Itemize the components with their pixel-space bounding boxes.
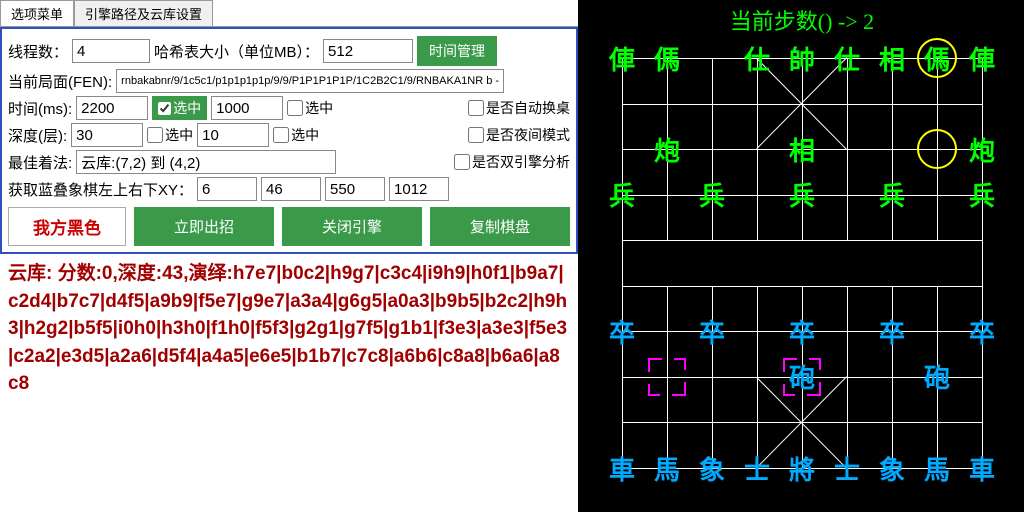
depth1-input[interactable] [71,123,143,147]
piece[interactable]: 炮 [645,127,689,171]
xy-label: 获取蓝叠象棋左上右下XY： [8,179,193,200]
piece[interactable]: 兵 [960,173,1004,217]
piece[interactable]: 馬 [915,446,959,490]
fen-input[interactable] [116,69,504,93]
time1-check[interactable]: 选中 [152,96,207,120]
move-marker [648,358,686,396]
piece[interactable]: 車 [600,446,644,490]
piece[interactable]: 士 [825,446,869,490]
piece[interactable]: 卒 [870,309,914,353]
stop-button[interactable]: 关闭引擎 [282,207,422,246]
time-manage-button[interactable]: 时间管理 [417,36,497,66]
piece[interactable]: 仕 [735,36,779,80]
best-label: 最佳着法: [8,152,72,173]
time-label: 时间(ms): [8,98,72,119]
piece[interactable]: 卒 [960,309,1004,353]
piece[interactable]: 象 [870,446,914,490]
engine-output: 云库: 分数:0,深度:43,演绎:h7e7|b0c2|h9g7|c3c4|i9… [8,260,570,398]
board-panel: 当前步数() -> 2 俥傌仕帥仕相傌俥炮相炮兵兵兵兵兵卒卒卒卒卒砲砲車馬象士將… [580,0,1024,512]
piece[interactable]: 卒 [690,309,734,353]
piece[interactable]: 傌 [645,36,689,80]
fen-label: 当前局面(FEN): [8,71,112,92]
hash-label: 哈希表大小（单位MB）： [154,41,319,62]
tab-options[interactable]: 选项菜单 [0,0,74,26]
piece[interactable]: 俥 [600,36,644,80]
best-move-input[interactable] [76,150,336,174]
piece[interactable]: 砲 [915,355,959,399]
side-button[interactable]: 我方黑色 [8,207,126,246]
piece[interactable]: 相 [870,36,914,80]
piece[interactable]: 兵 [780,173,824,217]
piece[interactable]: 仕 [825,36,869,80]
tabs: 选项菜单 引擎路径及云库设置 [0,0,578,27]
piece[interactable]: 士 [735,446,779,490]
threads-label: 线程数： [8,41,68,62]
time1-input[interactable] [76,96,148,120]
depth2-input[interactable] [197,123,269,147]
go-button[interactable]: 立即出招 [134,207,274,246]
time2-input[interactable] [211,96,283,120]
highlight-circle [917,38,957,78]
x2-input[interactable] [325,177,385,201]
depth2-check[interactable]: 选中 [273,125,319,145]
piece[interactable]: 炮 [960,127,1004,171]
piece[interactable]: 俥 [960,36,1004,80]
dual-check[interactable]: 是否双引擎分析 [454,152,570,172]
night-check[interactable]: 是否夜间模式 [468,125,570,145]
controls-panel: 线程数： 哈希表大小（单位MB）： 时间管理 当前局面(FEN): 时间(ms)… [0,27,578,254]
piece[interactable]: 帥 [780,36,824,80]
copy-button[interactable]: 复制棋盘 [430,207,570,246]
autoswap-check[interactable]: 是否自动换桌 [468,98,570,118]
piece[interactable]: 馬 [645,446,689,490]
y1-input[interactable] [261,177,321,201]
y2-input[interactable] [389,177,449,201]
x1-input[interactable] [197,177,257,201]
piece[interactable]: 兵 [690,173,734,217]
output-panel: 云库: 分数:0,深度:43,演绎:h7e7|b0c2|h9g7|c3c4|i9… [0,254,578,512]
tab-engine-path[interactable]: 引擎路径及云库设置 [74,0,213,26]
time2-check[interactable]: 选中 [287,98,333,118]
highlight-circle [917,129,957,169]
chess-board[interactable]: 俥傌仕帥仕相傌俥炮相炮兵兵兵兵兵卒卒卒卒卒砲砲車馬象士將士象馬車 [602,38,1002,488]
piece[interactable]: 卒 [600,309,644,353]
piece[interactable]: 車 [960,446,1004,490]
depth-label: 深度(层): [8,125,67,146]
piece[interactable]: 卒 [780,309,824,353]
depth1-check[interactable]: 选中 [147,125,193,145]
piece[interactable]: 兵 [870,173,914,217]
threads-input[interactable] [72,39,150,63]
move-marker [783,358,821,396]
piece[interactable]: 兵 [600,173,644,217]
hash-input[interactable] [323,39,413,63]
piece[interactable]: 相 [780,127,824,171]
piece[interactable]: 將 [780,446,824,490]
board-title: 当前步数() -> 2 [580,0,1024,38]
piece[interactable]: 象 [690,446,734,490]
